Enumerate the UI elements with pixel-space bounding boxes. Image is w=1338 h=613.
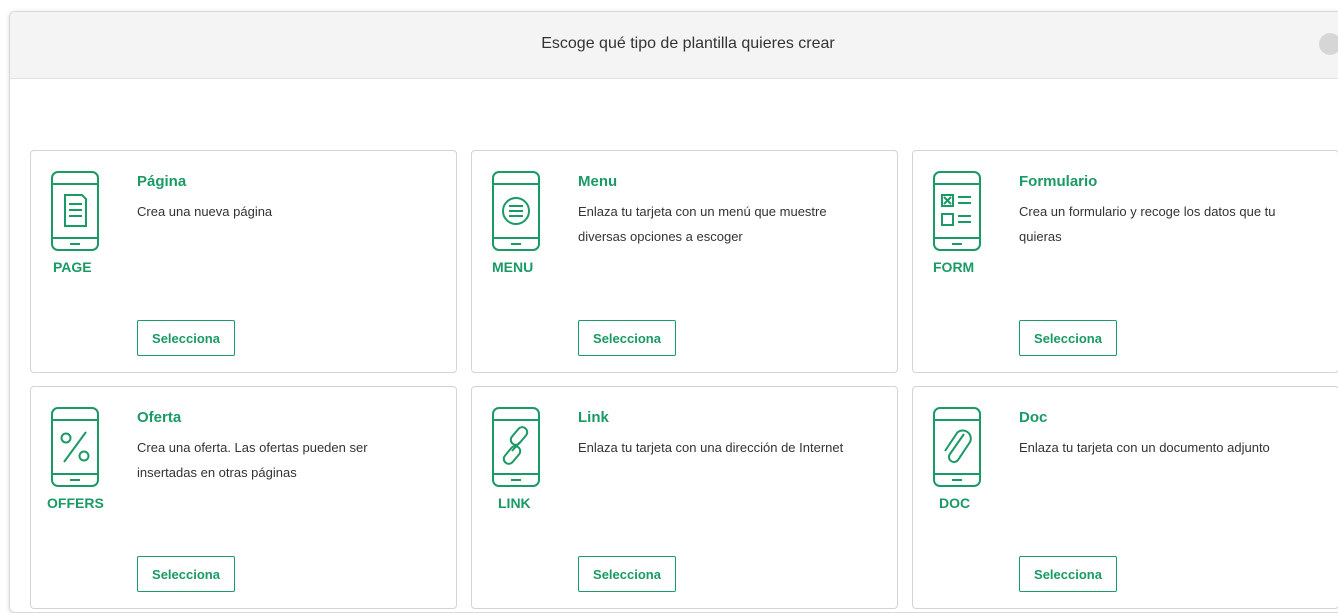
card-title: Doc [1019, 409, 1048, 426]
card-title: Oferta [137, 409, 182, 426]
icon-label: PAGE [53, 259, 92, 275]
card-menu: MENU Menu Enlaza tu tarjeta con un menú … [471, 150, 898, 373]
icon-label: OFFERS [47, 495, 104, 511]
card-offers: OFFERS Oferta Crea una oferta. Las ofert… [30, 386, 457, 609]
select-button[interactable]: Selecciona [137, 320, 235, 356]
link-icon: LINK [488, 407, 542, 511]
close-button[interactable] [1319, 33, 1338, 55]
card-description: Enlaza tu tarjeta con una dirección de I… [578, 440, 844, 455]
icon-label: DOC [939, 495, 971, 511]
page-icon: PAGE [47, 171, 101, 275]
menu-icon: MENU [488, 171, 542, 275]
modal-header: Escoge qué tipo de plantilla quieres cre… [10, 12, 1338, 79]
doc-icon: DOC [929, 407, 983, 511]
card-link: LINK Link Enlaza tu tarjeta con una dire… [471, 386, 898, 609]
card-doc: DOC Doc Enlaza tu tarjeta con un documen… [912, 386, 1338, 609]
card-description: Crea una nueva página [137, 204, 273, 219]
select-button[interactable]: Selecciona [578, 320, 676, 356]
select-button[interactable]: Selecciona [1019, 556, 1117, 592]
modal-title: Escoge qué tipo de plantilla quieres cre… [541, 35, 835, 52]
offers-icon: OFFERS [47, 407, 104, 511]
select-button[interactable]: Selecciona [578, 556, 676, 592]
card-description: Enlaza tu tarjeta con un menú que muestr… [578, 204, 827, 244]
card-title: Formulario [1019, 173, 1098, 190]
select-button[interactable]: Selecciona [137, 556, 235, 592]
select-button[interactable]: Selecciona [1019, 320, 1117, 356]
icon-label: FORM [933, 259, 975, 275]
card-form: FORM Formulario Crea un formulario y rec… [912, 150, 1338, 373]
card-title: Link [578, 409, 609, 426]
card-page: PAGE Página Crea una nueva página Selecc… [30, 150, 457, 373]
card-description: Crea una oferta. Las ofertas pueden ser … [137, 440, 368, 480]
icon-label: MENU [492, 259, 534, 275]
card-title: Página [137, 173, 187, 190]
card-description: Enlaza tu tarjeta con un documento adjun… [1019, 440, 1270, 455]
form-icon: FORM [929, 171, 983, 275]
card-description: Crea un formulario y recoge los datos qu… [1019, 204, 1276, 244]
card-title: Menu [578, 173, 618, 190]
icon-label: LINK [498, 495, 531, 511]
